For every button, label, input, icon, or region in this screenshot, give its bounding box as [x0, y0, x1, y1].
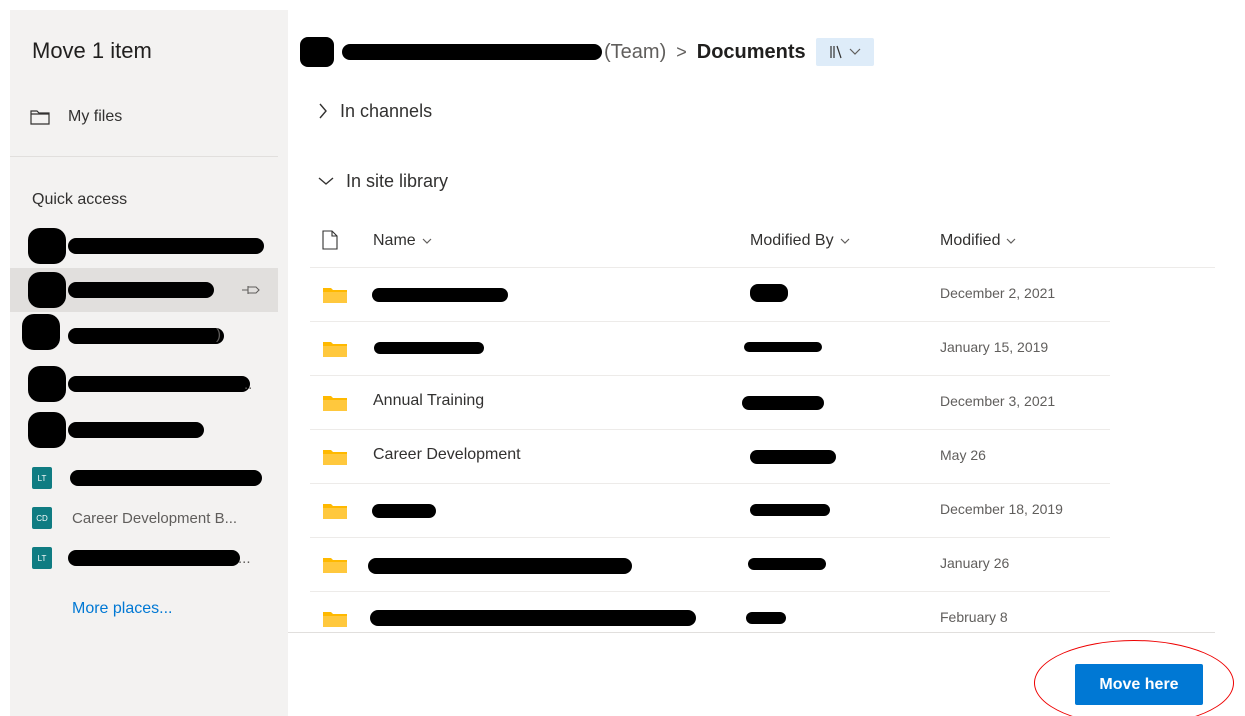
chevron-down-icon	[1007, 238, 1016, 244]
redaction	[744, 342, 822, 352]
quick-access-label: ..	[244, 375, 253, 393]
redaction	[750, 450, 836, 464]
table-row[interactable]: Annual Training December 3, 2021	[310, 376, 1110, 430]
in-channels-label: In channels	[340, 100, 433, 121]
site-initials-avatar: CD	[32, 507, 52, 529]
chevron-down-icon	[840, 238, 850, 244]
row-modified: January 26	[940, 555, 1010, 571]
quick-access-item[interactable]	[10, 224, 278, 268]
folder-icon	[323, 396, 347, 411]
breadcrumb: (Team) > Documents	[300, 36, 874, 68]
redaction	[742, 396, 824, 410]
in-site-library-toggle[interactable]: In site library	[318, 166, 448, 196]
chevron-down-icon	[849, 48, 861, 55]
folder-icon	[323, 504, 347, 519]
breadcrumb-separator: >	[676, 41, 687, 62]
redaction	[68, 422, 204, 438]
redaction	[374, 342, 484, 354]
table-row[interactable]: January 26	[310, 538, 1110, 592]
quick-access-heading: Quick access	[32, 191, 128, 208]
redaction	[372, 288, 508, 302]
quick-access-label: Career Development B...	[72, 509, 238, 527]
redaction	[370, 610, 696, 626]
redaction	[68, 550, 240, 566]
folder-icon	[323, 450, 347, 465]
redaction	[68, 328, 224, 344]
quick-access-label: )	[216, 325, 221, 343]
modified-column-header[interactable]: Modified	[940, 232, 1016, 250]
chevron-right-icon	[319, 103, 327, 119]
modified-by-column-header[interactable]: Modified By	[750, 232, 850, 250]
redaction	[746, 612, 786, 624]
library-icon	[830, 45, 842, 59]
chevron-down-icon	[318, 177, 334, 185]
table-header: Name Modified By Modified	[310, 220, 1215, 268]
breadcrumb-current: Documents	[696, 40, 806, 63]
redaction	[368, 558, 632, 574]
move-here-button[interactable]: Move here	[1075, 664, 1203, 705]
name-header-label: Name	[373, 232, 416, 249]
site-avatar	[300, 37, 334, 67]
quick-access-label: ...	[238, 549, 251, 567]
pin-icon[interactable]	[241, 284, 261, 296]
footer-divider	[288, 632, 1215, 633]
redaction	[68, 238, 264, 254]
site-initials-avatar: LT	[32, 547, 52, 569]
site-avatar	[28, 272, 66, 308]
my-files-label: My files	[68, 108, 123, 125]
site-avatar	[28, 412, 66, 448]
in-channels-toggle[interactable]: In channels	[318, 96, 432, 126]
row-modified: December 3, 2021	[940, 393, 1056, 409]
breadcrumb-team[interactable]: (Team)	[604, 41, 666, 64]
row-name: Annual Training	[373, 392, 485, 409]
redaction	[750, 284, 788, 302]
folder-icon	[323, 612, 347, 627]
quick-access-item[interactable]: ..	[10, 362, 278, 406]
table-row[interactable]: February 8	[310, 592, 1110, 646]
redaction	[68, 282, 214, 298]
redaction	[70, 470, 262, 486]
table-row[interactable]: December 2, 2021	[310, 268, 1110, 322]
redaction	[342, 44, 602, 60]
quick-access-item[interactable]: LT	[10, 456, 278, 500]
in-site-library-label: In site library	[346, 170, 449, 191]
folder-icon	[323, 342, 347, 357]
row-modified: February 8	[940, 609, 1008, 625]
quick-access-item[interactable]: LT ...	[10, 536, 278, 580]
my-files-link[interactable]: My files	[30, 105, 122, 129]
row-modified: May 26	[940, 447, 986, 463]
sidebar: Move 1 item My files Quick access ) .. L…	[10, 10, 288, 716]
modified-header-label: Modified	[940, 232, 1001, 249]
row-modified: January 15, 2019	[940, 339, 1049, 355]
file-type-icon[interactable]	[322, 230, 338, 250]
library-view-button[interactable]	[815, 38, 874, 66]
row-name: Career Development	[373, 446, 521, 463]
folder-icon	[323, 558, 347, 573]
modified-by-header-label: Modified By	[750, 232, 834, 249]
row-modified: December 2, 2021	[940, 285, 1056, 301]
more-places-link[interactable]: More places...	[72, 600, 172, 618]
site-initials-avatar: LT	[32, 467, 52, 489]
table-row[interactable]: Career Development May 26	[310, 430, 1110, 484]
table-row[interactable]: January 15, 2019	[310, 322, 1110, 376]
folder-outline-icon	[30, 110, 50, 125]
sidebar-divider	[10, 156, 278, 157]
redaction	[750, 504, 830, 516]
chevron-down-icon	[422, 238, 432, 244]
quick-access-item[interactable]	[10, 408, 278, 452]
redaction	[748, 558, 826, 570]
name-column-header[interactable]: Name	[373, 232, 432, 250]
quick-access-item[interactable]: )	[10, 312, 278, 356]
site-avatar	[22, 314, 60, 350]
site-avatar	[28, 228, 66, 264]
table-row[interactable]: December 18, 2019	[310, 484, 1110, 538]
dialog-title: Move 1 item	[32, 38, 152, 63]
redaction	[68, 376, 250, 392]
folder-icon	[323, 288, 347, 303]
row-modified: December 18, 2019	[940, 501, 1063, 517]
redaction	[372, 504, 436, 518]
quick-access-item-selected[interactable]	[10, 268, 278, 312]
quick-access-item[interactable]: CD Career Development B...	[10, 496, 278, 540]
site-avatar	[28, 366, 66, 402]
